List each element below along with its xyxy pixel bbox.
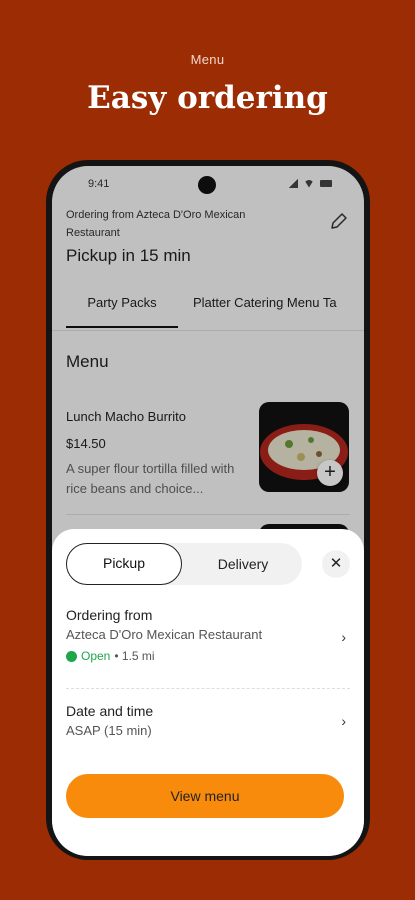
item-image[interactable]: + bbox=[259, 402, 349, 492]
pickup-option[interactable]: Pickup bbox=[66, 543, 182, 585]
chevron-right-icon: › bbox=[341, 629, 346, 645]
pickup-time[interactable]: Pickup in 15 min bbox=[66, 246, 191, 266]
date-time-row[interactable]: Date and time ASAP (15 min) › bbox=[66, 701, 350, 751]
distance: • 1.5 mi bbox=[114, 649, 155, 663]
phone-frame: 9:41 Ordering from Azteca D'Oro Mexican … bbox=[46, 160, 370, 860]
item-divider bbox=[66, 514, 350, 515]
ordering-from-row[interactable]: Ordering from Azteca D'Oro Mexican Resta… bbox=[66, 605, 350, 681]
close-icon[interactable]: ✕ bbox=[322, 550, 350, 578]
tab-party-packs[interactable]: Party Packs bbox=[66, 292, 178, 328]
clock-icon bbox=[66, 650, 77, 662]
delivery-option[interactable]: Delivery bbox=[184, 543, 302, 585]
restaurant-name: Azteca D'Oro Mexican Restaurant bbox=[66, 627, 263, 642]
open-label: Open bbox=[81, 649, 111, 663]
open-status: Open • 1.5 mi bbox=[66, 645, 350, 667]
order-sheet: Pickup Delivery ✕ Ordering from Azteca D… bbox=[52, 529, 364, 856]
date-time-value: ASAP (15 min) bbox=[66, 723, 152, 738]
item-description: A super flour tortilla filled with rice … bbox=[66, 461, 235, 496]
tabs-divider bbox=[52, 330, 364, 331]
item-name[interactable]: Lunch Macho Burrito bbox=[66, 409, 186, 424]
chevron-right-icon: › bbox=[341, 713, 346, 729]
signal-icon bbox=[288, 179, 298, 188]
view-menu-button[interactable]: View menu bbox=[66, 774, 344, 818]
status-bar: 9:41 bbox=[52, 176, 364, 194]
fulfillment-toggle: Pickup Delivery bbox=[66, 543, 302, 585]
menu-heading: Menu bbox=[66, 352, 109, 371]
ordering-from-label: Ordering from Azteca D'Oro Mexican Resta… bbox=[66, 209, 246, 239]
status-time: 9:41 bbox=[88, 178, 110, 190]
tab-platter-catering[interactable]: Platter Catering Menu Ta bbox=[193, 292, 337, 328]
pencil-icon[interactable] bbox=[328, 210, 350, 232]
row-divider bbox=[66, 688, 350, 689]
promo-title: Easy ordering bbox=[87, 80, 328, 116]
phone-screen: 9:41 Ordering from Azteca D'Oro Mexican … bbox=[52, 166, 364, 856]
battery-icon bbox=[320, 180, 332, 187]
wifi-icon bbox=[304, 179, 314, 188]
camera-cutout bbox=[198, 176, 216, 194]
promo-kicker: Menu bbox=[190, 52, 225, 67]
status-icons bbox=[288, 179, 332, 188]
date-time-title: Date and time bbox=[66, 703, 154, 719]
item-price: $14.50 bbox=[66, 436, 106, 451]
add-item-button[interactable]: + bbox=[317, 460, 343, 486]
category-tabs: Party Packs Platter Catering Menu Ta bbox=[66, 292, 364, 330]
ordering-from-title: Ordering from bbox=[66, 607, 153, 623]
